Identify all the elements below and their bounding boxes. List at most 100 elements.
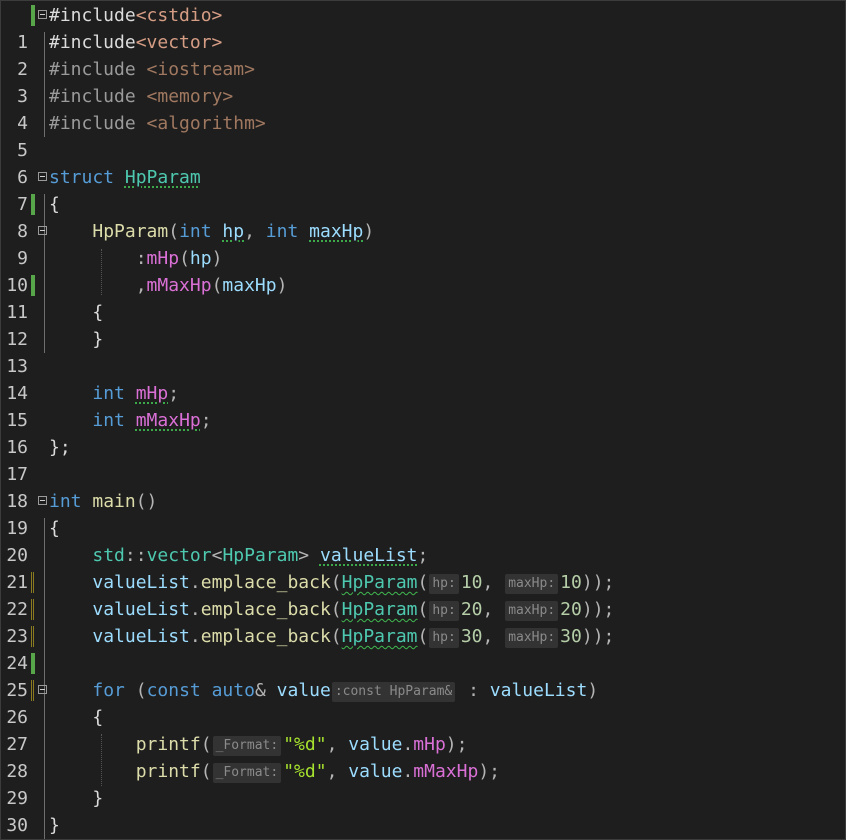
code-line-22[interactable]: 22 valueList.emplace_back(HpParam(hp: 10,… [1,569,845,620]
keyword: auto [211,680,255,701]
fold-toggle-icon[interactable] [38,226,47,235]
code-line-24[interactable]: 24 valueList.emplace_back(HpParam(hp: 30,… [1,623,845,674]
member-name: mHp [146,248,180,269]
param-name: maxHp [222,275,277,296]
code-line-25[interactable]: 25 [1,650,845,701]
variable-name: value [348,761,403,782]
variable-name: valueList [319,545,418,566]
variable-name: valueList [92,572,190,593]
code-line-2[interactable]: 2 #include<vector> [1,29,845,80]
code-line-8[interactable]: 8 { [1,191,845,242]
code-line-18[interactable]: 18 [1,461,845,512]
keyword: struct [49,167,115,188]
code-line-1[interactable]: 1 #include<cstdio> [1,2,845,53]
code-line-7[interactable]: 7 struct HpParam [1,164,845,215]
function-name: printf [135,761,201,782]
code-line-31[interactable]: 31 } [1,812,845,839]
string-literal: "%d" [283,734,327,755]
inlay-hint: :const HpParam& [331,682,456,702]
code-line-26[interactable]: 26 for (const auto& value:const HpParam&… [1,677,845,728]
member-name: mHp [135,383,169,404]
code-line-17[interactable]: 17 }; [1,434,845,485]
param-name: maxHp [309,221,364,242]
header-name: <vector> [135,32,223,53]
type-name: HpParam [341,599,418,620]
inlay-hint: maxHp: [505,601,559,621]
member-name: mMaxHp [135,410,201,431]
inlay-hint: hp: [429,628,459,648]
variable-name: value [348,734,403,755]
change-marker [31,572,34,593]
inlay-hint: maxHp: [505,574,559,594]
keyword: int [49,491,82,512]
brace: }; [49,437,71,458]
change-marker [31,680,34,701]
fold-toggle-icon[interactable] [38,10,47,19]
code-line-15[interactable]: 15 int mHp; [1,380,845,431]
number-literal: 20 [460,599,483,620]
code-line-3[interactable]: 3 #include <iostream> [1,56,845,107]
number-literal: 10 [560,572,582,593]
code-line-16[interactable]: 16 int mMaxHp; [1,407,845,458]
brace: } [92,788,104,809]
function-name: emplace_back [200,599,331,620]
keyword: for [92,680,125,701]
function-name: emplace_back [200,626,331,647]
code-line-19[interactable]: 19 int main() [1,488,845,539]
keyword: int [179,221,212,242]
code-line-14[interactable]: 14 [1,353,845,404]
code-line-11[interactable]: 11 ,mMaxHp(maxHp) [1,272,845,323]
header-name: <cstdio> [135,5,223,26]
function-name: emplace_back [200,572,331,593]
brace: { [49,194,60,215]
param-name: hp [222,221,245,242]
change-marker [31,275,35,296]
brace: } [49,815,60,836]
code-line-20[interactable]: 20 { [1,515,845,566]
type-name: HpParam [222,545,299,566]
variable-name: valueList [489,680,588,701]
member-name: mHp [413,734,446,755]
keyword: const [146,680,201,701]
inlay-hint: maxHp: [505,628,559,648]
inlay-hint: _Format: [212,736,282,756]
brace: { [92,302,104,323]
change-marker [31,653,35,674]
code-line-13[interactable]: 13 } [1,326,845,377]
preprocessor-directive: #include [49,113,136,134]
fold-toggle-icon[interactable] [38,172,47,181]
code-line-28[interactable]: 28 printf(_Format: "%d", value.mHp); [1,731,845,782]
header-name: <iostream> [146,59,255,80]
code-line-27[interactable]: 27 { [1,704,845,755]
code-line-30[interactable]: 30 } [1,785,845,836]
member-name: mMaxHp [146,275,212,296]
inlay-hint: _Format: [212,763,282,783]
brace: { [92,707,104,728]
change-marker [31,194,35,215]
fold-toggle-icon[interactable] [38,685,47,694]
code-line-6[interactable]: 6 [1,137,845,188]
inlay-hint: hp: [429,601,459,621]
change-marker [31,626,34,647]
brace: } [92,329,104,350]
code-line-5[interactable]: 5 #include <algorithm> [1,110,845,161]
keyword: int [92,383,125,404]
brace: { [49,518,60,539]
code-line-10[interactable]: 10 :mHp(hp) [1,245,845,296]
code-line-4[interactable]: 4 #include <memory> [1,83,845,134]
fold-toggle-icon[interactable] [38,496,47,505]
code-line-29[interactable]: 29 printf(_Format: "%d", value.mMaxHp); [1,758,845,809]
function-name: printf [135,734,201,755]
code-editor[interactable]: 1 #include<cstdio> 2 #include<vector> 3 … [0,0,846,840]
code-line-21[interactable]: 21 std::vector<HpParam> valueList; [1,542,845,593]
preprocessor-directive: #include [49,5,136,26]
preprocessor-directive: #include [49,86,136,107]
change-marker [31,599,34,620]
type-name: HpParam [124,167,201,188]
code-line-12[interactable]: 12 { [1,299,845,350]
code-line-23[interactable]: 23 valueList.emplace_back(HpParam(hp: 20,… [1,596,845,647]
number-literal: 10 [460,572,483,593]
code-line-9[interactable]: 9 HpParam(int hp, int maxHp) [1,218,845,269]
function-name: main [92,491,136,512]
type-name: HpParam [341,572,418,593]
